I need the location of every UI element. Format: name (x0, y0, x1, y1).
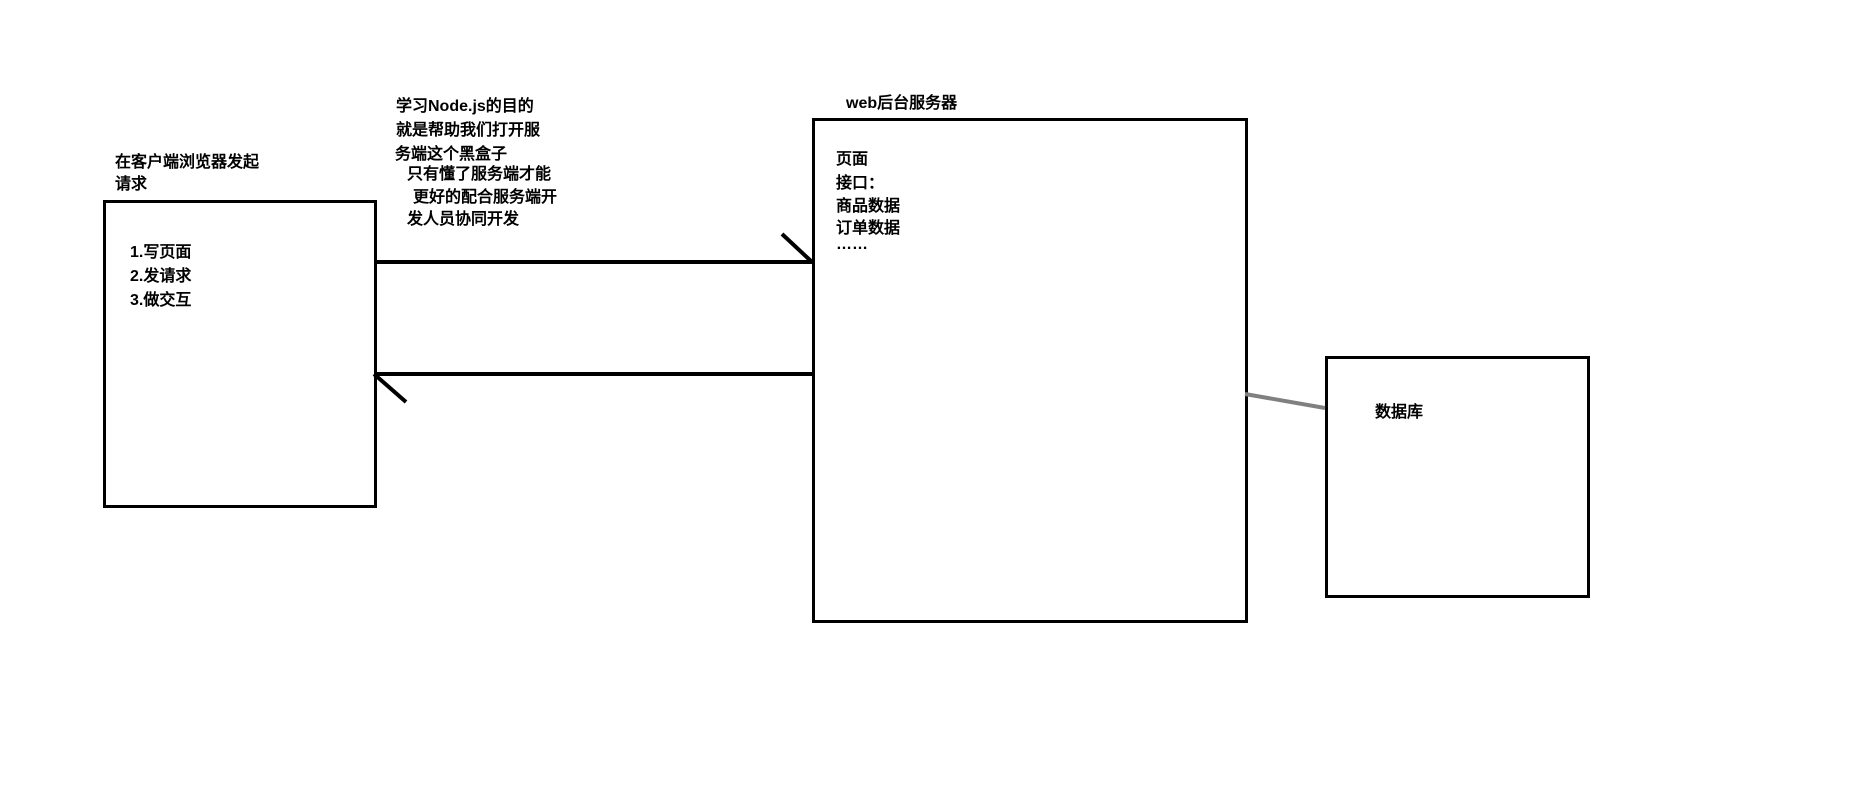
server-item-2: 接口： (836, 169, 884, 193)
middle-line-4: 只有懂了服务端才能 (407, 160, 551, 184)
client-item-3: 3.做交互 (130, 286, 191, 310)
server-item-4: 订单数据 (836, 214, 900, 238)
database-box (1325, 356, 1590, 598)
middle-line-5: 更好的配合服务端开 (413, 183, 557, 207)
server-item-5: …… (836, 236, 868, 254)
server-item-1: 页面 (836, 145, 868, 169)
middle-line-6: 发人员协同开发 (407, 205, 519, 229)
client-title-line1: 在客户端浏览器发起 (115, 148, 259, 172)
client-item-2: 2.发请求 (130, 262, 191, 286)
server-item-3: 商品数据 (836, 192, 900, 216)
client-title-line2: 请求 (115, 170, 147, 194)
middle-line-1: 学习Node.js的目的 (396, 92, 534, 116)
database-title: 数据库 (1375, 398, 1423, 422)
client-item-1: 1.写页面 (130, 238, 191, 262)
middle-line-2: 就是帮助我们打开服 (396, 116, 540, 140)
server-title: web后台服务器 (846, 89, 957, 113)
